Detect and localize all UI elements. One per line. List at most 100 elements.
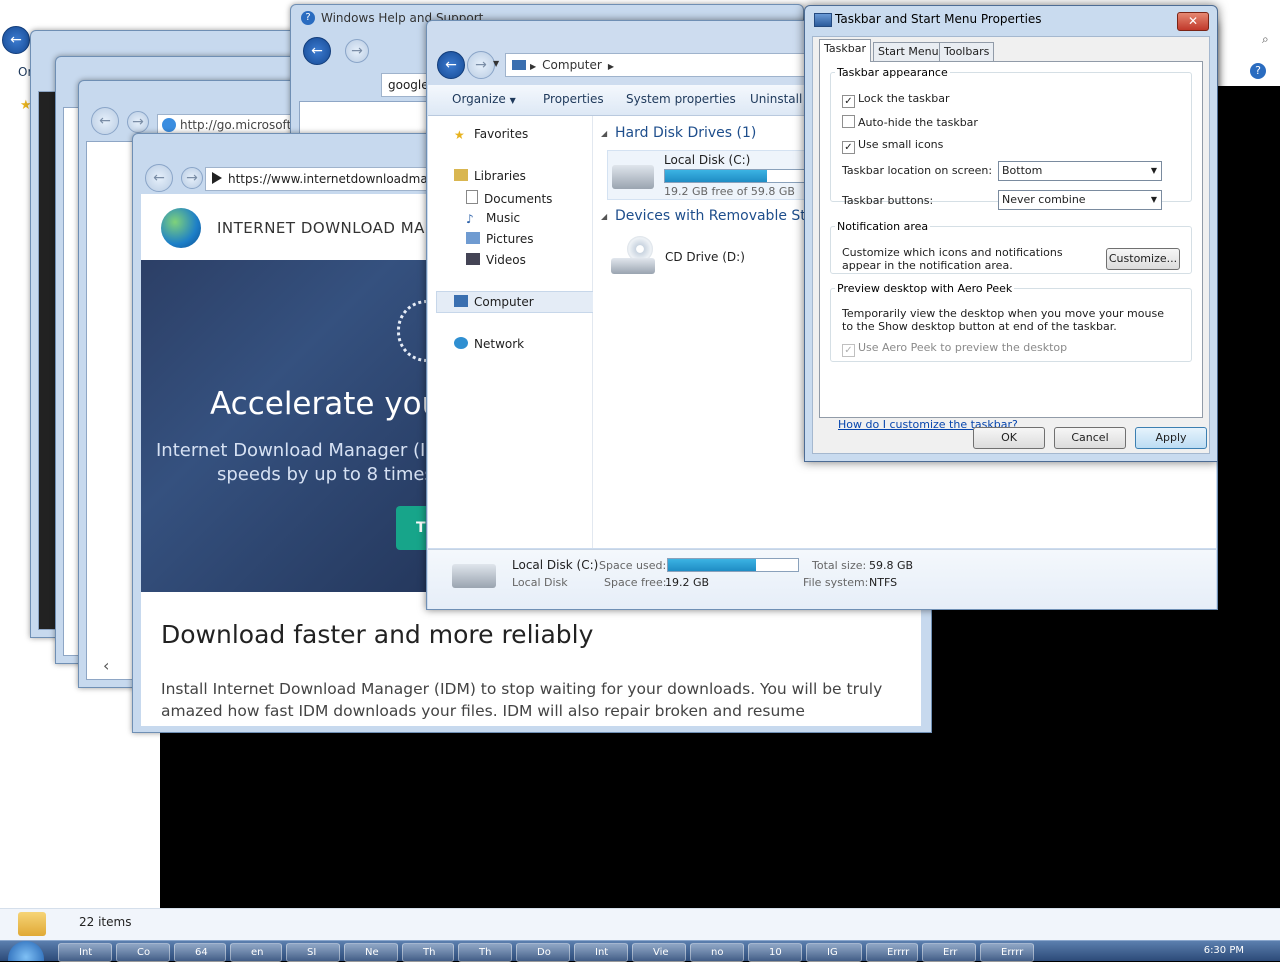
back-icon[interactable]: ← bbox=[91, 107, 119, 135]
taskbar-properties-dialog[interactable]: Taskbar and Start Menu Properties ✕ Task… bbox=[804, 5, 1218, 462]
space-free-value: 19.2 GB bbox=[665, 576, 710, 589]
play-icon bbox=[212, 172, 222, 184]
small-icons-checkbox[interactable]: ✓ Use small icons bbox=[842, 138, 943, 154]
taskbar-icon bbox=[814, 13, 832, 27]
address-bar[interactable]: ▶ Computer ▶ bbox=[505, 53, 807, 77]
taskbar-button[interactable]: Err bbox=[922, 943, 976, 962]
start-orb-icon[interactable] bbox=[8, 941, 44, 961]
clock[interactable]: 6:30 PM bbox=[1204, 945, 1244, 956]
taskbar-button[interactable]: Ne bbox=[344, 943, 398, 962]
back-icon[interactable]: ← bbox=[303, 37, 331, 65]
auto-hide-label: Auto-hide the taskbar bbox=[858, 116, 978, 129]
forward-icon[interactable]: → bbox=[345, 39, 369, 63]
aero-checkbox-label: Use Aero Peek to preview the desktop bbox=[858, 341, 1068, 354]
library-icon bbox=[454, 169, 468, 181]
collapse-arrow-icon[interactable]: ◢ bbox=[601, 129, 607, 138]
checkmark-icon: ✓ bbox=[842, 141, 855, 154]
back-icon[interactable]: ← bbox=[2, 26, 30, 54]
forward-icon[interactable]: → bbox=[467, 51, 495, 79]
taskbar-button[interactable]: IG bbox=[806, 943, 862, 962]
customize-button[interactable]: Customize... bbox=[1106, 248, 1180, 270]
notification-text: Customize which icons and notifications … bbox=[842, 246, 1063, 272]
help-icon[interactable]: ? bbox=[1250, 63, 1266, 79]
forward-icon[interactable]: → bbox=[127, 111, 149, 133]
pictures-icon bbox=[466, 232, 480, 244]
aero-legend: Preview desktop with Aero Peek bbox=[837, 282, 1013, 295]
usage-fill bbox=[668, 559, 757, 571]
nav-documents[interactable]: Documents bbox=[466, 190, 552, 206]
cd-drive-tile[interactable] bbox=[611, 236, 659, 280]
scroll-left-icon[interactable]: ‹ bbox=[103, 656, 109, 675]
back-icon[interactable]: ← bbox=[437, 51, 465, 79]
total-size-value: 59.8 GB bbox=[869, 559, 914, 572]
help-icon: ? bbox=[301, 11, 315, 25]
organize-button[interactable]: Organize ▼ bbox=[452, 92, 516, 106]
taskbar-button[interactable]: Errrr bbox=[980, 943, 1034, 962]
location-select[interactable]: Bottom ▼ bbox=[998, 161, 1162, 181]
search-icon[interactable]: ⌕ bbox=[1262, 32, 1269, 47]
idm-brand[interactable]: INTERNET DOWNLOAD MA bbox=[217, 219, 425, 237]
taskbar-button[interactable]: 64 bbox=[174, 943, 226, 962]
nav-libraries[interactable]: Libraries bbox=[454, 169, 526, 183]
small-icons-label: Use small icons bbox=[858, 138, 944, 151]
nav-music[interactable]: ♪ Music bbox=[466, 211, 520, 226]
tab-taskbar[interactable]: Taskbar bbox=[819, 39, 871, 62]
cancel-button[interactable]: Cancel bbox=[1054, 427, 1126, 449]
group-hard-disk[interactable]: Hard Disk Drives (1) bbox=[615, 125, 756, 141]
aero-text: Temporarily view the desktop when you mo… bbox=[842, 307, 1164, 333]
ie-icon bbox=[162, 118, 176, 132]
chevron-down-icon[interactable]: ▼ bbox=[493, 59, 499, 68]
apply-button[interactable]: Apply bbox=[1135, 427, 1207, 449]
properties-button[interactable]: Properties bbox=[543, 92, 604, 106]
space-used-bar bbox=[667, 558, 799, 572]
aero-peek-checkbox[interactable]: ✓ Use Aero Peek to preview the desktop bbox=[842, 341, 1067, 357]
breadcrumb-arrow-icon[interactable]: ▶ bbox=[608, 62, 614, 71]
checkbox-empty-icon bbox=[842, 115, 855, 128]
taskbar: Int Co 64 en SI Ne Th Th Do Int Vie no 10 IG Errrr Err E… bbox=[0, 940, 1280, 962]
cd-drive-label[interactable]: CD Drive (D:) bbox=[665, 250, 745, 264]
hero-subtitle-line2: speeds by up to 8 times, bbox=[217, 464, 440, 485]
navigation-pane: ★ Favorites Libraries Documents ♪ Music Pi… bbox=[428, 116, 594, 548]
total-size-label: Total size: bbox=[812, 559, 867, 572]
taskbar-button[interactable]: Co bbox=[116, 943, 170, 962]
local-disk-tile[interactable]: Local Disk (C:) 19.2 GB free of 59.8 GB bbox=[607, 150, 819, 200]
nav-computer[interactable]: Computer bbox=[454, 295, 534, 309]
close-button[interactable]: ✕ bbox=[1177, 12, 1209, 31]
buttons-select[interactable]: Never combine ▼ bbox=[998, 190, 1162, 210]
taskbar-button[interactable]: Errrr bbox=[866, 943, 918, 962]
nav-network[interactable]: Network bbox=[454, 337, 524, 351]
auto-hide-checkbox[interactable]: Auto-hide the taskbar bbox=[842, 115, 978, 129]
taskbar-button[interactable]: Vie bbox=[632, 943, 686, 962]
tab-toolbars[interactable]: Toolbars bbox=[939, 42, 995, 61]
taskbar-button[interactable]: no bbox=[690, 943, 744, 962]
location-value: Bottom bbox=[1002, 164, 1043, 177]
taskbar-button[interactable]: Int bbox=[58, 943, 112, 962]
star-icon: ★ bbox=[454, 128, 465, 142]
collapse-arrow-icon[interactable]: ◢ bbox=[601, 212, 607, 221]
nav-videos[interactable]: Videos bbox=[466, 253, 526, 267]
breadcrumb[interactable]: Computer bbox=[542, 58, 602, 72]
nav-pictures[interactable]: Pictures bbox=[466, 232, 534, 246]
taskbar-button[interactable]: Th bbox=[402, 943, 454, 962]
nav-favorites-label: Favorites bbox=[474, 127, 529, 141]
lock-taskbar-checkbox[interactable]: ✓ Lock the taskbar bbox=[842, 92, 950, 108]
local-disk-free: 19.2 GB free of 59.8 GB bbox=[664, 185, 795, 198]
system-properties-button[interactable]: System properties bbox=[626, 92, 736, 106]
organize-label: Organize bbox=[452, 92, 506, 106]
taskbar-button[interactable]: SI bbox=[286, 943, 340, 962]
hero-title: Accelerate your bbox=[210, 386, 441, 422]
taskbar-button[interactable]: en bbox=[230, 943, 282, 962]
taskbar-button[interactable]: Int bbox=[574, 943, 628, 962]
ok-button[interactable]: OK bbox=[973, 427, 1045, 449]
folder-icon bbox=[18, 912, 46, 936]
appearance-group: Taskbar appearance bbox=[830, 66, 1192, 202]
group-removable[interactable]: Devices with Removable Sto bbox=[615, 208, 814, 224]
taskbar-button[interactable]: 10 bbox=[748, 943, 802, 962]
forward-icon[interactable]: → bbox=[181, 167, 203, 189]
back-icon[interactable]: ← bbox=[145, 164, 173, 192]
taskbar-button[interactable]: Th bbox=[458, 943, 512, 962]
taskbar-button[interactable]: Do bbox=[516, 943, 570, 962]
tab-start-menu[interactable]: Start Menu bbox=[873, 42, 944, 61]
computer-icon bbox=[454, 295, 468, 307]
nav-favorites[interactable]: ★ Favorites bbox=[454, 127, 529, 142]
